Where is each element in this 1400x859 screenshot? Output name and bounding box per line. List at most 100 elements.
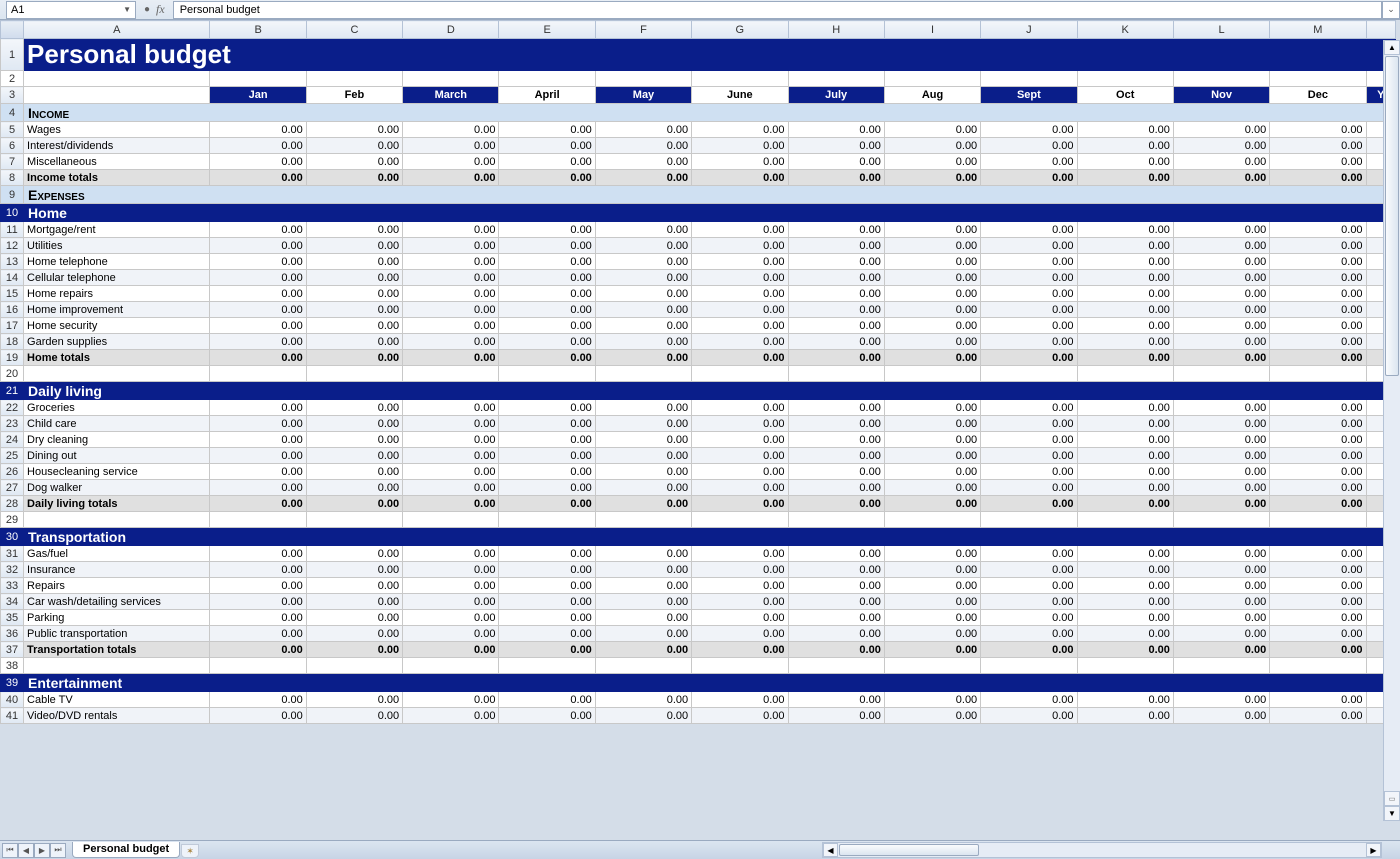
- totals-value[interactable]: 0.00: [306, 350, 402, 366]
- cell-value[interactable]: 0.00: [595, 578, 691, 594]
- totals-value[interactable]: 0.00: [499, 496, 595, 512]
- month-header[interactable]: Jan: [210, 87, 306, 104]
- scroll-right-icon[interactable]: ▶: [1366, 843, 1381, 857]
- col-header[interactable]: K: [1077, 21, 1173, 39]
- cell-value[interactable]: 0.00: [1270, 416, 1366, 432]
- cell-value[interactable]: 0.00: [788, 270, 884, 286]
- row-header[interactable]: 38: [1, 658, 24, 674]
- cell-value[interactable]: 0.00: [403, 238, 499, 254]
- cell-value[interactable]: 0.00: [595, 416, 691, 432]
- totals-value[interactable]: 0.00: [981, 642, 1077, 658]
- cell-value[interactable]: 0.00: [1173, 254, 1269, 270]
- cell-value[interactable]: 0.00: [210, 546, 306, 562]
- col-header[interactable]: [1366, 21, 1395, 39]
- cell-value[interactable]: 0.00: [692, 138, 788, 154]
- cell-value[interactable]: 0.00: [788, 222, 884, 238]
- cell[interactable]: [1077, 512, 1173, 528]
- cell-value[interactable]: 0.00: [1173, 432, 1269, 448]
- totals-value[interactable]: 0.00: [1173, 496, 1269, 512]
- cell[interactable]: [306, 71, 402, 87]
- cell-value[interactable]: 0.00: [1077, 334, 1173, 350]
- cell-value[interactable]: 0.00: [981, 626, 1077, 642]
- cell-value[interactable]: 0.00: [1270, 286, 1366, 302]
- cell-value[interactable]: 0.00: [788, 464, 884, 480]
- cell-value[interactable]: 0.00: [403, 578, 499, 594]
- col-header[interactable]: D: [403, 21, 499, 39]
- row-header[interactable]: 22: [1, 400, 24, 416]
- cell-value[interactable]: 0.00: [499, 400, 595, 416]
- row-header[interactable]: 19: [1, 350, 24, 366]
- row-label[interactable]: Cable TV: [24, 692, 210, 708]
- cell-value[interactable]: 0.00: [884, 334, 980, 350]
- cell-value[interactable]: 0.00: [1077, 692, 1173, 708]
- cell[interactable]: [595, 366, 691, 382]
- expand-formula-bar-icon[interactable]: ⌄: [1382, 1, 1400, 19]
- cell[interactable]: [981, 658, 1077, 674]
- totals-label[interactable]: Income totals: [24, 170, 210, 186]
- totals-value[interactable]: 0.00: [210, 350, 306, 366]
- row-header[interactable]: 30: [1, 528, 24, 546]
- cell-value[interactable]: 0.00: [499, 270, 595, 286]
- row-header[interactable]: 16: [1, 302, 24, 318]
- cell-value[interactable]: 0.00: [210, 610, 306, 626]
- cell-value[interactable]: 0.00: [1270, 122, 1366, 138]
- cell-value[interactable]: 0.00: [1270, 546, 1366, 562]
- cell-value[interactable]: 0.00: [692, 432, 788, 448]
- month-header[interactable]: June: [692, 87, 788, 104]
- cell-value[interactable]: 0.00: [1077, 270, 1173, 286]
- cell-value[interactable]: 0.00: [884, 302, 980, 318]
- cell[interactable]: [1270, 71, 1366, 87]
- cell[interactable]: [24, 512, 210, 528]
- cell-value[interactable]: 0.00: [1270, 594, 1366, 610]
- cell-value[interactable]: 0.00: [1173, 222, 1269, 238]
- cell-value[interactable]: 0.00: [306, 416, 402, 432]
- cell-value[interactable]: 0.00: [306, 480, 402, 496]
- totals-value[interactable]: 0.00: [210, 496, 306, 512]
- cell-value[interactable]: 0.00: [1270, 222, 1366, 238]
- cell-value[interactable]: 0.00: [692, 562, 788, 578]
- cell-value[interactable]: 0.00: [595, 626, 691, 642]
- cell-value[interactable]: 0.00: [306, 692, 402, 708]
- row-label[interactable]: Parking: [24, 610, 210, 626]
- cell-value[interactable]: 0.00: [1270, 692, 1366, 708]
- cell-value[interactable]: 0.00: [403, 334, 499, 350]
- row-label[interactable]: Home repairs: [24, 286, 210, 302]
- cell-value[interactable]: 0.00: [595, 708, 691, 724]
- row-header[interactable]: 41: [1, 708, 24, 724]
- cell-value[interactable]: 0.00: [499, 480, 595, 496]
- cell-value[interactable]: 0.00: [403, 122, 499, 138]
- cell-value[interactable]: 0.00: [1270, 708, 1366, 724]
- cell-value[interactable]: 0.00: [1270, 334, 1366, 350]
- totals-value[interactable]: 0.00: [499, 642, 595, 658]
- month-header[interactable]: Feb: [306, 87, 402, 104]
- cell-value[interactable]: 0.00: [1173, 416, 1269, 432]
- row-header[interactable]: 28: [1, 496, 24, 512]
- row-header[interactable]: 3: [1, 87, 24, 104]
- cell-value[interactable]: 0.00: [1077, 416, 1173, 432]
- cell-value[interactable]: 0.00: [884, 594, 980, 610]
- cell-value[interactable]: 0.00: [403, 594, 499, 610]
- tab-first-icon[interactable]: ⏮: [2, 843, 18, 858]
- totals-value[interactable]: 0.00: [1173, 350, 1269, 366]
- row-label[interactable]: Dry cleaning: [24, 432, 210, 448]
- cell-value[interactable]: 0.00: [1077, 626, 1173, 642]
- totals-value[interactable]: 0.00: [981, 170, 1077, 186]
- cell-value[interactable]: 0.00: [499, 302, 595, 318]
- cell-value[interactable]: 0.00: [210, 318, 306, 334]
- cell-value[interactable]: 0.00: [403, 480, 499, 496]
- cell[interactable]: [24, 366, 210, 382]
- cell-value[interactable]: 0.00: [210, 122, 306, 138]
- cell[interactable]: [403, 658, 499, 674]
- row-label[interactable]: Home improvement: [24, 302, 210, 318]
- scroll-down-icon[interactable]: ▼: [1384, 806, 1400, 821]
- row-header[interactable]: 5: [1, 122, 24, 138]
- cell[interactable]: [306, 512, 402, 528]
- cell[interactable]: [595, 71, 691, 87]
- cell-value[interactable]: 0.00: [981, 154, 1077, 170]
- row-header[interactable]: 15: [1, 286, 24, 302]
- cell-value[interactable]: 0.00: [306, 154, 402, 170]
- cell-value[interactable]: 0.00: [692, 416, 788, 432]
- row-header[interactable]: 31: [1, 546, 24, 562]
- cell-value[interactable]: 0.00: [210, 270, 306, 286]
- cell-value[interactable]: 0.00: [403, 270, 499, 286]
